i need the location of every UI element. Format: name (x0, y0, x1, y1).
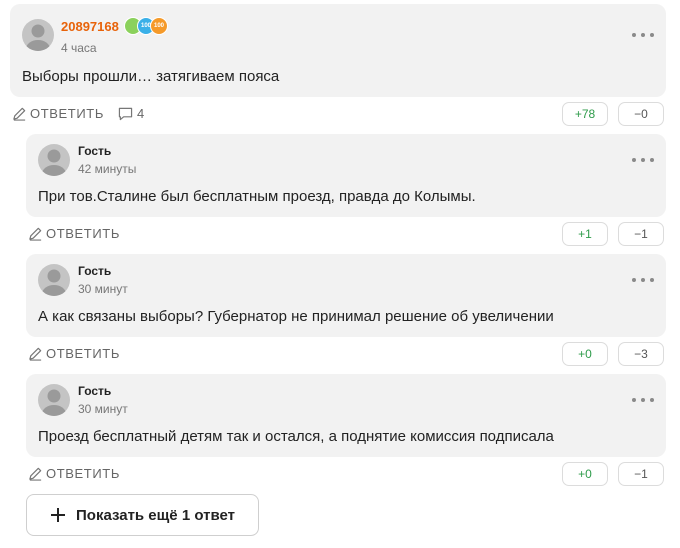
more-options-icon[interactable] (632, 32, 654, 38)
user-avatar-icon (42, 389, 66, 416)
comment-actions: ОТВЕТИТЬ 4 (12, 106, 145, 121)
pencil-icon (29, 347, 42, 361)
pencil-icon (29, 227, 42, 241)
show-more-replies-button[interactable]: Показать ещё 1 ответ (26, 494, 259, 536)
reply-label: ОТВЕТИТЬ (30, 106, 104, 121)
more-options-icon[interactable] (632, 277, 654, 283)
user-avatar-icon (42, 149, 66, 176)
comment-author[interactable]: 20897168 (61, 19, 119, 34)
vote-down-button[interactable]: −1 (618, 462, 664, 486)
comment-card: 20897168 100 100 4 часа Выборы прошли… з… (10, 4, 666, 97)
comment-actions: ОТВЕТИТЬ (28, 226, 120, 241)
comment-actions: ОТВЕТИТЬ (28, 346, 120, 361)
reply-label: ОТВЕТИТЬ (46, 466, 120, 481)
vote-down-button[interactable]: −0 (618, 102, 664, 126)
comment-time: 42 минуты (78, 162, 137, 176)
pencil-icon (29, 467, 42, 481)
comment-time: 30 минут (78, 282, 128, 296)
badge-orange-100-icon: 100 (150, 17, 168, 35)
avatar[interactable] (38, 264, 70, 296)
reply-card: Гость 30 минут А как связаны выборы? Губ… (26, 254, 666, 337)
vote-up-button[interactable]: +1 (562, 222, 608, 246)
reply-label: ОТВЕТИТЬ (46, 226, 120, 241)
reply-button[interactable]: ОТВЕТИТЬ (28, 466, 120, 481)
comment-icon (118, 107, 133, 120)
vote-up-button[interactable]: +78 (562, 102, 608, 126)
replies-count-value: 4 (136, 106, 145, 121)
more-options-icon[interactable] (632, 397, 654, 403)
vote-down-button[interactable]: −1 (618, 222, 664, 246)
avatar[interactable] (22, 19, 54, 51)
user-badges: 100 100 (124, 17, 168, 35)
comment-author[interactable]: Гость (78, 384, 111, 398)
user-avatar-icon (26, 24, 50, 51)
avatar[interactable] (38, 144, 70, 176)
more-options-icon[interactable] (632, 157, 654, 163)
reply-card: Гость 30 минут Проезд бесплатный детям т… (26, 374, 666, 457)
vote-up-button[interactable]: +0 (562, 462, 608, 486)
reply-card: Гость 42 минуты При тов.Сталине был бесп… (26, 134, 666, 217)
vote-down-button[interactable]: −3 (618, 342, 664, 366)
comment-text: При тов.Сталине был бесплатным проезд, п… (38, 188, 476, 205)
comment-text: А как связаны выборы? Губернатор не прин… (38, 308, 554, 325)
comment-text: Проезд бесплатный детям так и остался, а… (38, 428, 554, 445)
comment-time: 4 часа (61, 41, 97, 55)
comment-text: Выборы прошли… затягиваем пояса (22, 68, 280, 85)
show-more-label: Показать ещё 1 ответ (76, 506, 235, 524)
plus-icon (51, 508, 65, 522)
vote-up-button[interactable]: +0 (562, 342, 608, 366)
reply-button[interactable]: ОТВЕТИТЬ (28, 346, 120, 361)
comment-time: 30 минут (78, 402, 128, 416)
reply-label: ОТВЕТИТЬ (46, 346, 120, 361)
comment-author[interactable]: Гость (78, 144, 111, 158)
replies-count[interactable]: 4 (118, 106, 145, 121)
avatar[interactable] (38, 384, 70, 416)
comment-author[interactable]: Гость (78, 264, 111, 278)
user-avatar-icon (42, 269, 66, 296)
pencil-icon (13, 107, 26, 121)
reply-button[interactable]: ОТВЕТИТЬ (12, 106, 104, 121)
reply-button[interactable]: ОТВЕТИТЬ (28, 226, 120, 241)
comment-actions: ОТВЕТИТЬ (28, 466, 120, 481)
